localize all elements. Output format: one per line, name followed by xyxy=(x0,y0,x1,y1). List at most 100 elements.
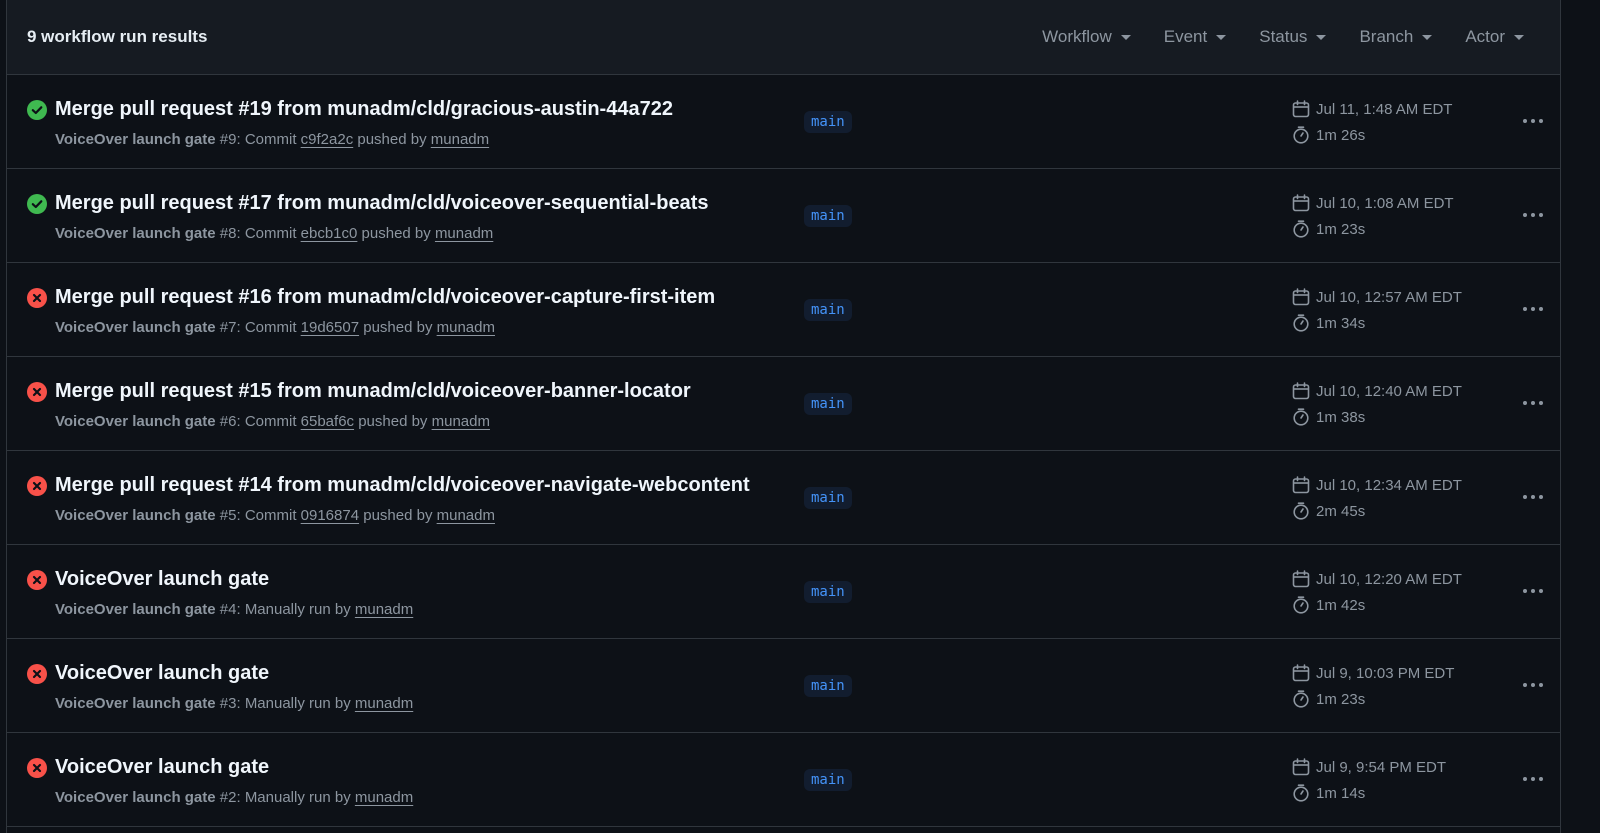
run-date: Jul 9, 9:54 PM EDT xyxy=(1292,758,1446,776)
branch-badge[interactable]: main xyxy=(804,581,852,603)
actor-link[interactable]: munadm xyxy=(437,507,495,524)
actor-link[interactable]: munadm xyxy=(431,131,489,148)
calendar-icon xyxy=(1292,382,1310,400)
workflow-name: VoiceOver launch gate xyxy=(55,225,216,242)
run-title-link[interactable]: Merge pull request #16 from munadm/cld/v… xyxy=(55,286,715,309)
calendar-icon xyxy=(1292,100,1310,118)
filter-bar: Workflow Event Status Branch Actor xyxy=(1009,27,1524,47)
calendar-icon xyxy=(1292,476,1310,494)
kebab-menu-icon[interactable] xyxy=(1515,672,1551,698)
run-date-text: Jul 9, 9:54 PM EDT xyxy=(1316,758,1447,776)
run-title-link[interactable]: VoiceOver launch gate xyxy=(55,662,269,685)
stopwatch-icon xyxy=(1293,220,1309,238)
kebab-menu-icon[interactable] xyxy=(1515,484,1551,510)
caret-down-icon xyxy=(1316,34,1327,40)
kebab-menu-icon[interactable] xyxy=(1515,390,1551,416)
workflow-run-row[interactable]: Merge pull request #15 from munadm/cld/v… xyxy=(7,357,1560,451)
branch-badge[interactable]: main xyxy=(804,393,852,415)
kebab-menu-icon[interactable] xyxy=(1515,766,1551,792)
run-meta: VoiceOver launch gate #6: Commit 65baf6c… xyxy=(55,413,490,430)
pushed-by-text: pushed by xyxy=(354,413,432,430)
run-date: Jul 10, 12:34 AM EDT xyxy=(1292,476,1462,494)
run-date: Jul 10, 12:20 AM EDT xyxy=(1292,570,1462,588)
commit-link[interactable]: ebcb1c0 xyxy=(301,225,358,242)
event-filter-dropdown[interactable]: Event xyxy=(1163,27,1227,47)
run-duration-text: 1m 34s xyxy=(1316,314,1366,332)
branch-badge[interactable]: main xyxy=(804,205,852,227)
kebab-menu-icon[interactable] xyxy=(1515,578,1551,604)
workflow-runs-panel: 9 workflow run results Workflow Event St… xyxy=(6,0,1561,833)
run-date: Jul 11, 1:48 AM EDT xyxy=(1292,100,1452,118)
actor-filter-dropdown[interactable]: Actor xyxy=(1465,27,1524,47)
run-label: #2: Manually run by xyxy=(219,789,355,806)
workflow-run-row[interactable]: VoiceOver launch gate VoiceOver launch ga… xyxy=(7,733,1560,827)
run-duration: 2m 45s xyxy=(1292,502,1365,520)
run-duration-text: 1m 26s xyxy=(1316,126,1366,144)
run-date-text: Jul 9, 10:03 PM EDT xyxy=(1316,664,1455,682)
branch-badge[interactable]: main xyxy=(804,769,852,791)
workflow-name: VoiceOver launch gate xyxy=(55,507,216,524)
run-title-link[interactable]: Merge pull request #14 from munadm/cld/v… xyxy=(55,474,750,497)
branch-badge[interactable]: main xyxy=(804,299,852,321)
run-label: #7: Commit xyxy=(219,319,301,336)
stopwatch-icon xyxy=(1293,502,1309,520)
filter-label: Status xyxy=(1259,27,1308,46)
run-meta: VoiceOver launch gate #3: Manually run b… xyxy=(55,695,413,712)
calendar-icon xyxy=(1292,758,1310,776)
failure-x-icon xyxy=(27,288,47,308)
run-meta: VoiceOver launch gate #5: Commit 0916874… xyxy=(55,507,495,524)
run-date-text: Jul 10, 1:08 AM EDT xyxy=(1316,194,1454,212)
commit-link[interactable]: c9f2a2c xyxy=(301,131,354,148)
actor-link[interactable]: munadm xyxy=(355,695,413,712)
branch-badge[interactable]: main xyxy=(804,487,852,509)
stopwatch-icon xyxy=(1293,314,1309,332)
stopwatch-icon xyxy=(1293,126,1309,144)
kebab-menu-icon[interactable] xyxy=(1515,202,1551,228)
workflow-run-row[interactable]: VoiceOver launch gate VoiceOver launch ga… xyxy=(7,639,1560,733)
success-check-icon xyxy=(27,194,47,214)
actor-link[interactable]: munadm xyxy=(355,789,413,806)
workflow-run-row[interactable]: Merge pull request #14 from munadm/cld/v… xyxy=(7,451,1560,545)
run-title-link[interactable]: VoiceOver launch gate xyxy=(55,756,269,779)
run-date-text: Jul 10, 12:20 AM EDT xyxy=(1316,570,1462,588)
results-count: 9 workflow run results xyxy=(27,27,208,46)
run-title-link[interactable]: Merge pull request #17 from munadm/cld/v… xyxy=(55,192,709,215)
workflow-name: VoiceOver launch gate xyxy=(55,695,216,712)
run-date: Jul 10, 12:57 AM EDT xyxy=(1292,288,1462,306)
stopwatch-icon xyxy=(1293,784,1309,802)
workflow-run-row[interactable]: VoiceOver launch gate VoiceOver launch ga… xyxy=(7,545,1560,639)
failure-x-icon xyxy=(27,476,47,496)
commit-link[interactable]: 65baf6c xyxy=(301,413,354,430)
actor-link[interactable]: munadm xyxy=(435,225,493,242)
actor-link[interactable]: munadm xyxy=(432,413,490,430)
actor-link[interactable]: munadm xyxy=(437,319,495,336)
run-title-link[interactable]: Merge pull request #15 from munadm/cld/v… xyxy=(55,380,691,403)
commit-link[interactable]: 19d6507 xyxy=(301,319,359,336)
commit-link[interactable]: 0916874 xyxy=(301,507,359,524)
kebab-menu-icon[interactable] xyxy=(1515,108,1551,134)
pushed-by-text: pushed by xyxy=(353,131,431,148)
run-meta: VoiceOver launch gate #8: Commit ebcb1c0… xyxy=(55,225,493,242)
run-duration: 1m 26s xyxy=(1292,126,1365,144)
status-filter-dropdown[interactable]: Status xyxy=(1259,27,1327,47)
results-header: 9 workflow run results Workflow Event St… xyxy=(7,0,1560,75)
workflow-run-row[interactable]: Merge pull request #17 from munadm/cld/v… xyxy=(7,169,1560,263)
filter-label: Event xyxy=(1163,27,1208,46)
run-meta: VoiceOver launch gate #9: Commit c9f2a2c… xyxy=(55,131,489,148)
run-duration: 1m 14s xyxy=(1292,784,1365,802)
run-duration: 1m 23s xyxy=(1292,690,1365,708)
stopwatch-icon xyxy=(1293,690,1309,708)
kebab-menu-icon[interactable] xyxy=(1515,296,1551,322)
branch-filter-dropdown[interactable]: Branch xyxy=(1359,27,1433,47)
actor-link[interactable]: munadm xyxy=(355,601,413,618)
branch-badge[interactable]: main xyxy=(804,675,852,697)
branch-badge[interactable]: main xyxy=(804,111,852,133)
run-title-link[interactable]: VoiceOver launch gate xyxy=(55,568,269,591)
workflow-run-row[interactable]: Merge pull request #16 from munadm/cld/v… xyxy=(7,263,1560,357)
run-label: #3: Manually run by xyxy=(219,695,355,712)
workflow-run-row[interactable]: Merge pull request #19 from munadm/cld/g… xyxy=(7,75,1560,169)
run-label: #5: Commit xyxy=(219,507,301,524)
calendar-icon xyxy=(1292,664,1310,682)
run-title-link[interactable]: Merge pull request #19 from munadm/cld/g… xyxy=(55,98,673,121)
workflow-filter-dropdown[interactable]: Workflow xyxy=(1042,27,1131,47)
